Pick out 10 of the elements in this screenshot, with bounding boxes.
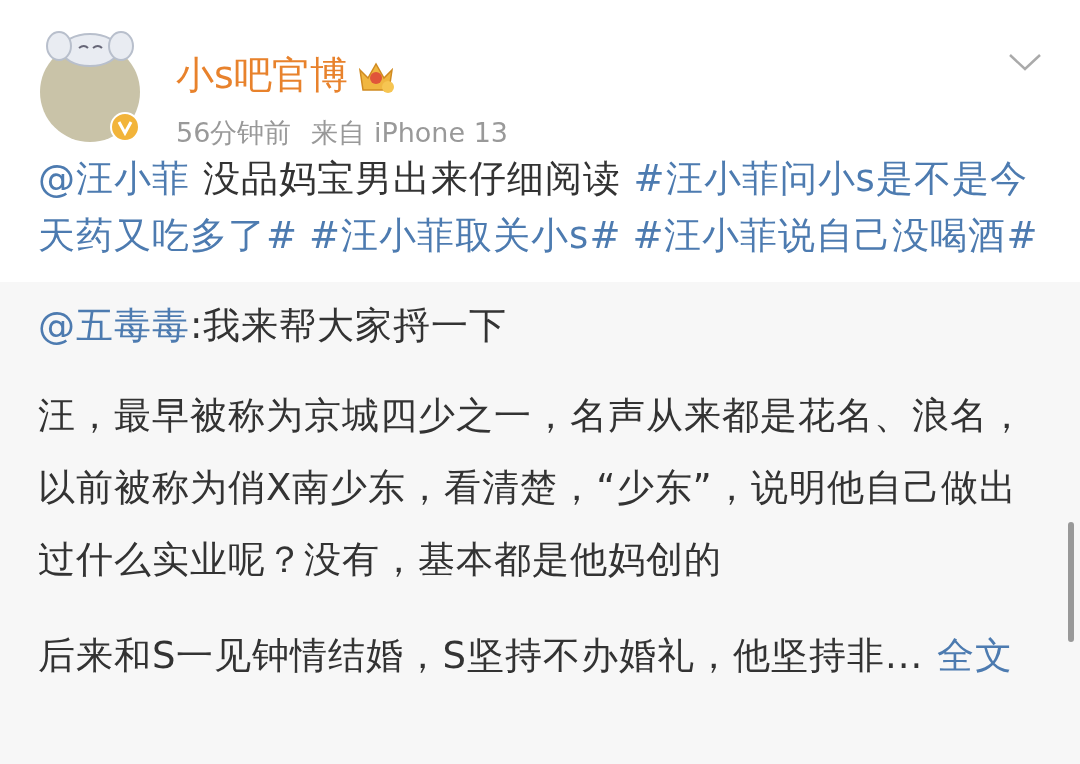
- repost-paragraph: 后来和S一见钟情结婚，S坚持不办婚礼，他坚持非... 全文: [38, 633, 1015, 679]
- full-text-link[interactable]: 全文: [937, 634, 1014, 677]
- chevron-down-icon[interactable]: [1008, 52, 1042, 72]
- scrollbar[interactable]: [1068, 522, 1074, 642]
- author-name[interactable]: 小s吧官博: [176, 50, 348, 101]
- repost-paragraph: 汪，最早被称为京城四少之一，名声从来都是花名、浪名，以前被称为俏X南少东，看清楚，“少东”，说明他自己做出过什么实业呢？没有，基本都是他妈创的: [38, 393, 1027, 583]
- post-time: 56分钟前: [176, 116, 292, 150]
- post-text: @汪小菲 没品妈宝男出来仔细阅读 #汪小菲问小s是不是今天药又吃多了# #汪小菲取关小s# #汪小菲说自己没喝酒#: [38, 156, 1040, 259]
- repost-header-text: @五毒毒:我来帮大家捋一下: [38, 303, 509, 349]
- post-source: 来自 iPhone 13: [311, 116, 509, 150]
